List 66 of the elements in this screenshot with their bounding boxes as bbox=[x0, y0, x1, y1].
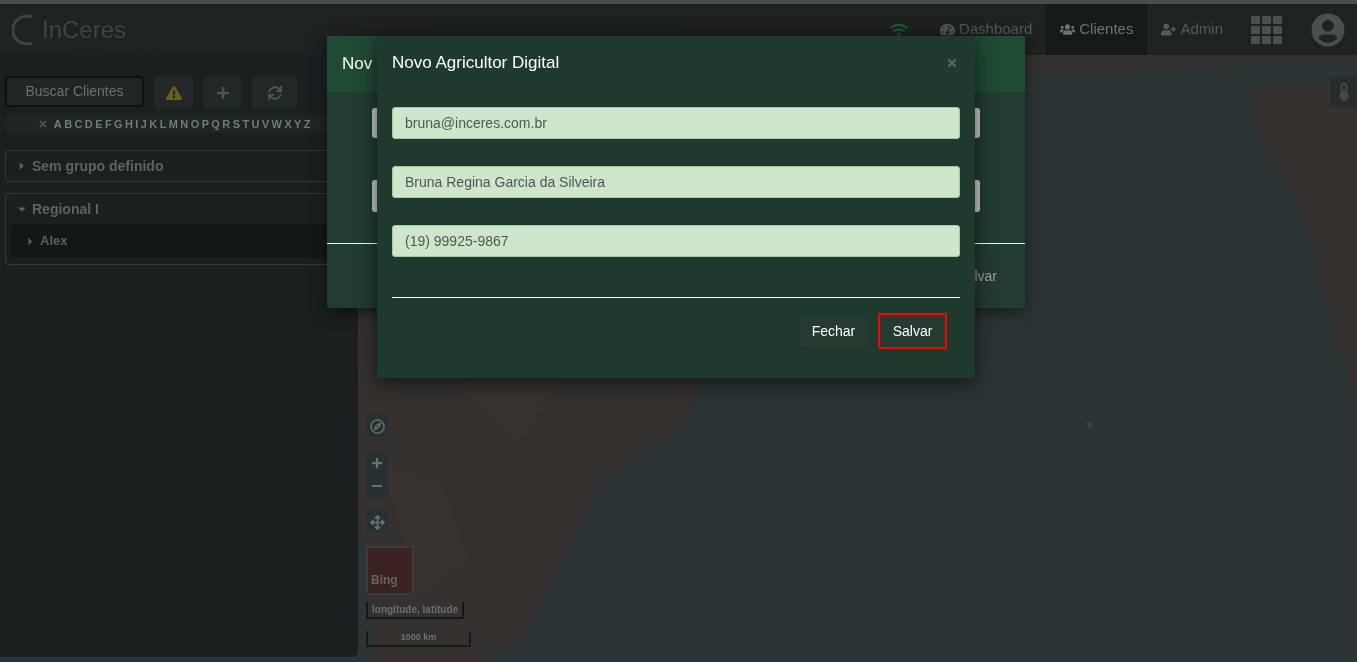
move-icon bbox=[369, 514, 385, 530]
letter-link[interactable]: R bbox=[222, 115, 231, 133]
user-plus-icon bbox=[1161, 22, 1177, 37]
plus-icon bbox=[371, 457, 383, 469]
letter-link[interactable]: Z bbox=[303, 115, 311, 133]
input-field[interactable]: bruna@inceres.com.br bbox=[392, 107, 960, 139]
compass-icon bbox=[369, 418, 385, 434]
scale-bar: 1000 km bbox=[366, 631, 471, 647]
plus-icon bbox=[215, 85, 230, 100]
warning-button[interactable] bbox=[154, 76, 193, 109]
nav-tab[interactable]: Clientes bbox=[1046, 4, 1148, 55]
letter-link[interactable]: F bbox=[104, 115, 112, 133]
letter-link[interactable]: O bbox=[190, 115, 200, 133]
group-label: Sem grupo definido bbox=[32, 156, 164, 176]
letter-link[interactable]: E bbox=[95, 115, 103, 133]
letter-link[interactable]: W bbox=[271, 115, 282, 133]
input-field[interactable]: Bruna Regina Garcia da Silveira bbox=[392, 166, 960, 198]
pan-button[interactable] bbox=[366, 511, 388, 533]
add-button[interactable] bbox=[203, 76, 242, 109]
letter-link[interactable]: K bbox=[149, 115, 158, 133]
input-field[interactable]: (19) 99925-9867 bbox=[392, 225, 960, 257]
refresh-icon bbox=[267, 85, 282, 100]
letter-link[interactable]: X bbox=[284, 115, 292, 133]
temperature-button[interactable] bbox=[1330, 77, 1357, 107]
group-header[interactable]: Regional I bbox=[6, 194, 343, 224]
client-label: Alex bbox=[40, 232, 68, 251]
nav-tab[interactable]: Dashboard bbox=[925, 4, 1047, 55]
letter-link[interactable]: N bbox=[180, 115, 189, 133]
letter-link[interactable]: H bbox=[125, 115, 133, 133]
letter-link[interactable]: U bbox=[251, 115, 260, 133]
letter-link[interactable]: G bbox=[114, 115, 123, 133]
letter-link[interactable]: I bbox=[135, 115, 139, 133]
basemap-switcher[interactable]: Bing bbox=[366, 546, 414, 595]
refresh-button[interactable] bbox=[252, 76, 297, 109]
basemap-label: Bing bbox=[371, 572, 398, 589]
dialog-title: Nov bbox=[342, 53, 373, 76]
group-header[interactable]: Sem grupo definido bbox=[6, 151, 343, 181]
avatar-icon[interactable] bbox=[1311, 12, 1345, 47]
letter-link[interactable]: Y bbox=[294, 115, 302, 133]
dialog-button[interactable]: Fechar bbox=[799, 315, 868, 347]
dialog-title: Novo Agricultor Digital bbox=[392, 52, 560, 75]
close-icon[interactable] bbox=[946, 57, 958, 69]
letter-link[interactable]: L bbox=[159, 115, 167, 133]
letter-link[interactable]: C bbox=[74, 115, 83, 133]
letter-link[interactable]: T bbox=[242, 115, 250, 133]
compass-button[interactable] bbox=[366, 415, 388, 437]
group-label: Regional I bbox=[32, 199, 99, 219]
minus-icon bbox=[372, 485, 382, 487]
letter-link[interactable]: V bbox=[261, 115, 270, 133]
letter-link[interactable]: D bbox=[84, 115, 93, 133]
letter-link[interactable]: A bbox=[53, 115, 62, 133]
coordinates-readout: longitude, latitude bbox=[366, 602, 465, 619]
letter-link[interactable]: J bbox=[140, 115, 147, 133]
gauge-icon bbox=[939, 22, 955, 37]
letter-link[interactable]: B bbox=[64, 115, 73, 133]
clear-filter-icon[interactable] bbox=[38, 119, 49, 129]
warning-icon bbox=[165, 84, 182, 101]
apps-grid-icon[interactable] bbox=[1251, 15, 1283, 44]
users-icon bbox=[1060, 22, 1076, 37]
nav-tab[interactable]: Admin bbox=[1147, 4, 1237, 55]
letter-link[interactable]: Q bbox=[211, 115, 220, 133]
search-clients-button[interactable]: Buscar Clientes bbox=[5, 76, 144, 107]
letter-link[interactable]: S bbox=[232, 115, 240, 133]
letter-link[interactable]: M bbox=[168, 115, 178, 133]
dialog-button[interactable]: Salvar bbox=[878, 313, 947, 349]
letter-link[interactable]: P bbox=[201, 115, 209, 133]
